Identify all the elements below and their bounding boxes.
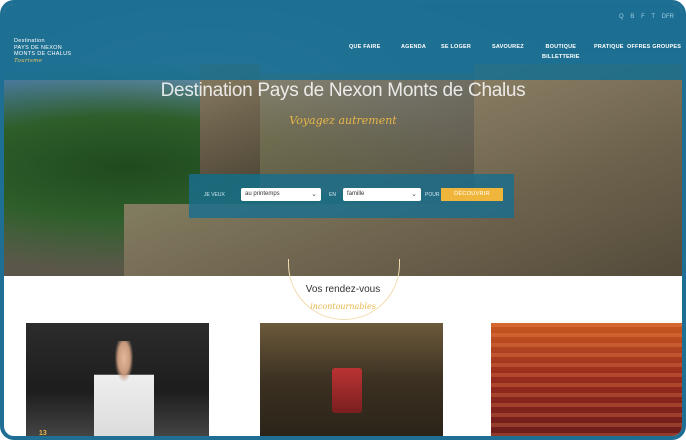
utility-links: Q B F T DFR: [614, 14, 674, 20]
language-switch[interactable]: DFR: [662, 14, 674, 20]
event-card-concert[interactable]: [26, 323, 209, 436]
agenda-subtitle: incontournables: [310, 302, 376, 311]
nav-billetterie-label: BILLETTERIE: [542, 54, 580, 60]
who-select[interactable]: famille ⌄: [343, 188, 421, 201]
singer-photo: [94, 341, 154, 436]
nav-boutique[interactable]: BOUTIQUE BILLETTERIE: [542, 44, 580, 60]
header-bar: Destination PAYS DE NEXON MONTS DE CHALU…: [4, 4, 682, 80]
agenda-title: Vos rendez-vous: [305, 284, 381, 295]
event-date: 13: [39, 430, 47, 437]
period-select[interactable]: au printemps ⌄: [241, 188, 321, 201]
train-photo: [332, 368, 362, 413]
search-label-for: POUR: [425, 192, 440, 198]
main-nav: QUE FAIRE AGENDA SE LOGER SAVOUREZ BOUTI…: [4, 44, 682, 68]
search-icon[interactable]: Q: [619, 14, 624, 20]
search-panel: JE VEUX au printemps ⌄ EN famille ⌄ POUR…: [189, 174, 514, 218]
hero-banner: Destination PAYS DE NEXON MONTS DE CHALU…: [4, 4, 682, 276]
nav-se-loger[interactable]: SE LOGER: [441, 44, 471, 50]
event-card-model-train[interactable]: [260, 323, 443, 436]
theatre-seats-photo: [491, 323, 682, 436]
chevron-down-icon: ⌄: [411, 191, 417, 198]
nav-que-faire[interactable]: QUE FAIRE: [349, 44, 380, 50]
facebook-icon[interactable]: F: [641, 14, 645, 20]
search-label-with: EN: [329, 192, 336, 198]
who-select-value: famille: [347, 191, 365, 197]
basket-icon[interactable]: B: [630, 14, 634, 20]
nav-agenda[interactable]: AGENDA: [401, 44, 426, 50]
discover-button[interactable]: DÉCOUVRIR: [441, 188, 503, 201]
hero-subtitle: Voyagez autrement: [289, 114, 397, 127]
twitter-icon[interactable]: T: [651, 14, 655, 20]
search-label-when: JE VEUX: [204, 192, 225, 198]
nav-savourez[interactable]: SAVOUREZ: [492, 44, 524, 50]
period-select-value: au printemps: [245, 191, 280, 197]
browser-frame: Destination PAYS DE NEXON MONTS DE CHALU…: [0, 0, 686, 440]
nav-pratique[interactable]: PRATIQUE: [594, 44, 624, 50]
nav-boutique-label: BOUTIQUE: [545, 44, 577, 50]
nav-offres-groupes[interactable]: OFFRES GROUPES: [627, 44, 681, 50]
event-card-theatre[interactable]: [491, 323, 682, 436]
hero-title: Destination Pays de Nexon Monts de Chalu…: [160, 80, 526, 101]
chevron-down-icon: ⌄: [311, 191, 317, 198]
